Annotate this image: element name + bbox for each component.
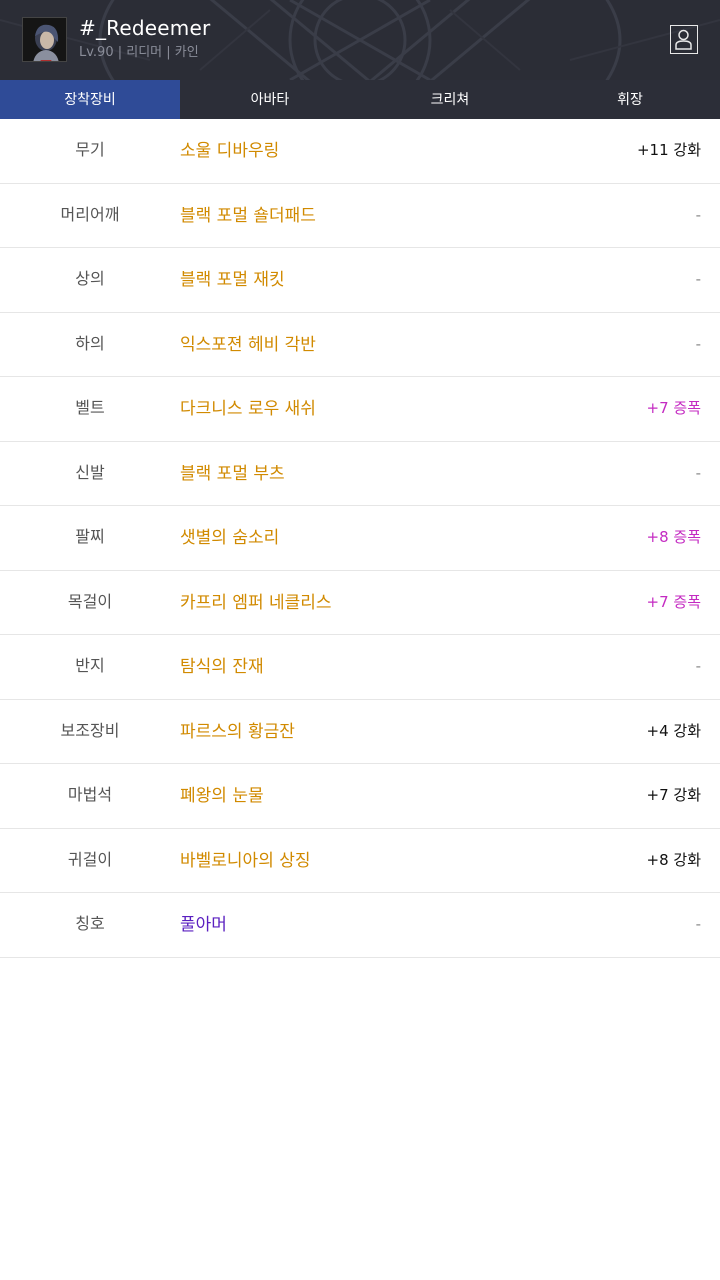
- item-name: 탐식의 잔재: [180, 657, 264, 677]
- enhance-value: -: [695, 915, 701, 933]
- tab-creature[interactable]: 크리쳐: [360, 80, 540, 119]
- equipment-row[interactable]: 상의 블랙 포멀 재킷 -: [0, 248, 720, 313]
- character-portrait-icon: [23, 18, 66, 61]
- slot-label: 벨트: [75, 398, 105, 417]
- equipment-row[interactable]: 칭호 풀아머 -: [0, 893, 720, 958]
- enhance-value: +7 강화: [646, 786, 701, 804]
- item-name: 샛별의 숨소리: [180, 528, 280, 548]
- enhance-value: -: [695, 463, 701, 482]
- equipment-row[interactable]: 팔찌 샛별의 숨소리 +8 증폭: [0, 506, 720, 571]
- item-name: 익스포젼 헤비 각반: [180, 334, 316, 355]
- tab-bar: 장착장비 아바타 크리쳐 휘장: [0, 80, 720, 119]
- enhance-value: -: [695, 334, 701, 353]
- item-name: 블랙 포멀 부츠: [180, 463, 285, 484]
- enhance-value: +8 증폭: [646, 528, 701, 546]
- tab-avatar[interactable]: 아바타: [180, 80, 360, 119]
- slot-label: 상의: [75, 269, 105, 288]
- tab-insignia[interactable]: 휘장: [540, 80, 720, 119]
- slot-label: 무기: [75, 140, 105, 159]
- character-name: #_Redeemer: [79, 16, 211, 40]
- equipment-row[interactable]: 무기 소울 디바우링 +11 강화: [0, 119, 720, 184]
- enhance-value: -: [695, 205, 701, 224]
- item-name: 다크니스 로우 새쉬: [180, 399, 316, 419]
- equipment-row[interactable]: 벨트 다크니스 로우 새쉬 +7 증폭: [0, 377, 720, 442]
- slot-label: 반지: [75, 656, 105, 675]
- item-name: 파르스의 황금잔: [180, 721, 295, 742]
- equipment-row[interactable]: 신발 블랙 포멀 부츠 -: [0, 442, 720, 506]
- character-info: Lv.90 | 리디머 | 카인: [79, 45, 199, 60]
- slot-label: 팔찌: [75, 527, 105, 546]
- enhance-value: -: [695, 657, 701, 675]
- equipment-list: 무기 소울 디바우링 +11 강화 머리어깨 블랙 포멀 숄더패드 - 상의 블…: [0, 119, 720, 958]
- item-name: 폐왕의 눈물: [180, 786, 264, 806]
- item-name: 카프리 엠퍼 네클리스: [180, 592, 332, 613]
- equipment-row[interactable]: 하의 익스포젼 헤비 각반 -: [0, 313, 720, 377]
- enhance-value: +8 강화: [646, 850, 701, 869]
- enhance-value: +4 강화: [646, 721, 701, 740]
- item-name: 바벨로니아의 상징: [180, 850, 311, 871]
- slot-label: 귀걸이: [67, 849, 113, 869]
- equipment-row[interactable]: 머리어깨 블랙 포멀 숄더패드 -: [0, 184, 720, 248]
- slot-label: 하의: [75, 333, 105, 353]
- slot-label: 마법석: [67, 785, 113, 804]
- slot-label: 보조장비: [60, 720, 120, 740]
- slot-label: 칭호: [75, 914, 105, 933]
- profile-header: #_Redeemer Lv.90 | 리디머 | 카인: [0, 0, 720, 80]
- equipment-row[interactable]: 목걸이 카프리 엠퍼 네클리스 +7 증폭: [0, 571, 720, 635]
- slot-label: 목걸이: [67, 591, 113, 611]
- item-name: 풀아머: [180, 915, 227, 935]
- equipment-row[interactable]: 마법석 폐왕의 눈물 +7 강화: [0, 764, 720, 829]
- equipment-row[interactable]: 귀걸이 바벨로니아의 상징 +8 강화: [0, 829, 720, 893]
- tab-equipment[interactable]: 장착장비: [0, 80, 180, 119]
- equipment-row[interactable]: 반지 탐식의 잔재 -: [0, 635, 720, 700]
- enhance-value: +7 증폭: [646, 592, 701, 611]
- item-name: 블랙 포멀 숄더패드: [180, 205, 316, 226]
- person-icon: [675, 29, 692, 50]
- enhance-value: -: [695, 270, 701, 288]
- item-name: 소울 디바우링: [180, 141, 280, 161]
- profile-button[interactable]: [670, 25, 698, 54]
- enhance-value: +7 증폭: [646, 399, 701, 417]
- character-avatar[interactable]: [22, 17, 67, 62]
- enhance-value: +11 강화: [636, 141, 701, 159]
- slot-label: 신발: [75, 462, 105, 482]
- item-name: 블랙 포멀 재킷: [180, 270, 285, 290]
- equipment-row[interactable]: 보조장비 파르스의 황금잔 +4 강화: [0, 700, 720, 764]
- slot-label: 머리어깨: [60, 204, 120, 224]
